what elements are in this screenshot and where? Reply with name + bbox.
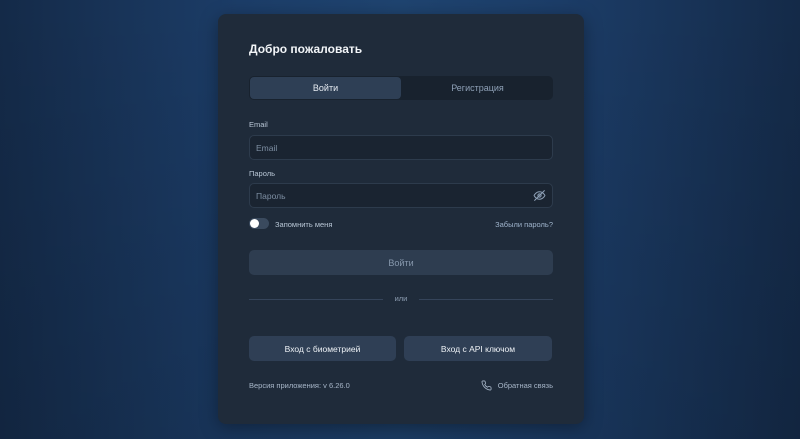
email-field[interactable] [250, 136, 516, 159]
api-key-login-button[interactable]: Вход с API ключом [404, 336, 552, 361]
feedback-link[interactable]: Обратная связь [481, 380, 553, 391]
login-button[interactable]: Войти [249, 250, 553, 275]
remember-me-label: Запомнить меня [275, 220, 333, 229]
auth-tabs: Войти Регистрация [249, 76, 553, 100]
toggle-knob [250, 219, 259, 228]
password-field[interactable] [250, 184, 516, 207]
phone-icon [481, 380, 492, 391]
tab-login[interactable]: Войти [250, 77, 401, 99]
page-title: Добро пожаловать [249, 42, 363, 56]
divider-line-right [419, 299, 553, 300]
feedback-label: Обратная связь [497, 381, 553, 390]
tab-register[interactable]: Регистрация [402, 76, 553, 100]
password-label: Пароль [249, 169, 276, 178]
eye-off-icon[interactable] [533, 189, 546, 202]
login-card: Добро пожаловать Войти Регистрация Email… [218, 14, 584, 424]
biometric-login-button[interactable]: Вход с биометрией [249, 336, 396, 361]
email-label: Email [249, 120, 268, 129]
password-field-wrapper [249, 183, 553, 208]
remember-me-toggle[interactable] [249, 218, 269, 229]
app-version: Версия приложения: v 6.26.0 [249, 381, 350, 390]
divider: или [249, 293, 553, 305]
email-field-wrapper [249, 135, 553, 160]
forgot-password-link[interactable]: Забыли пароль? [495, 220, 553, 229]
